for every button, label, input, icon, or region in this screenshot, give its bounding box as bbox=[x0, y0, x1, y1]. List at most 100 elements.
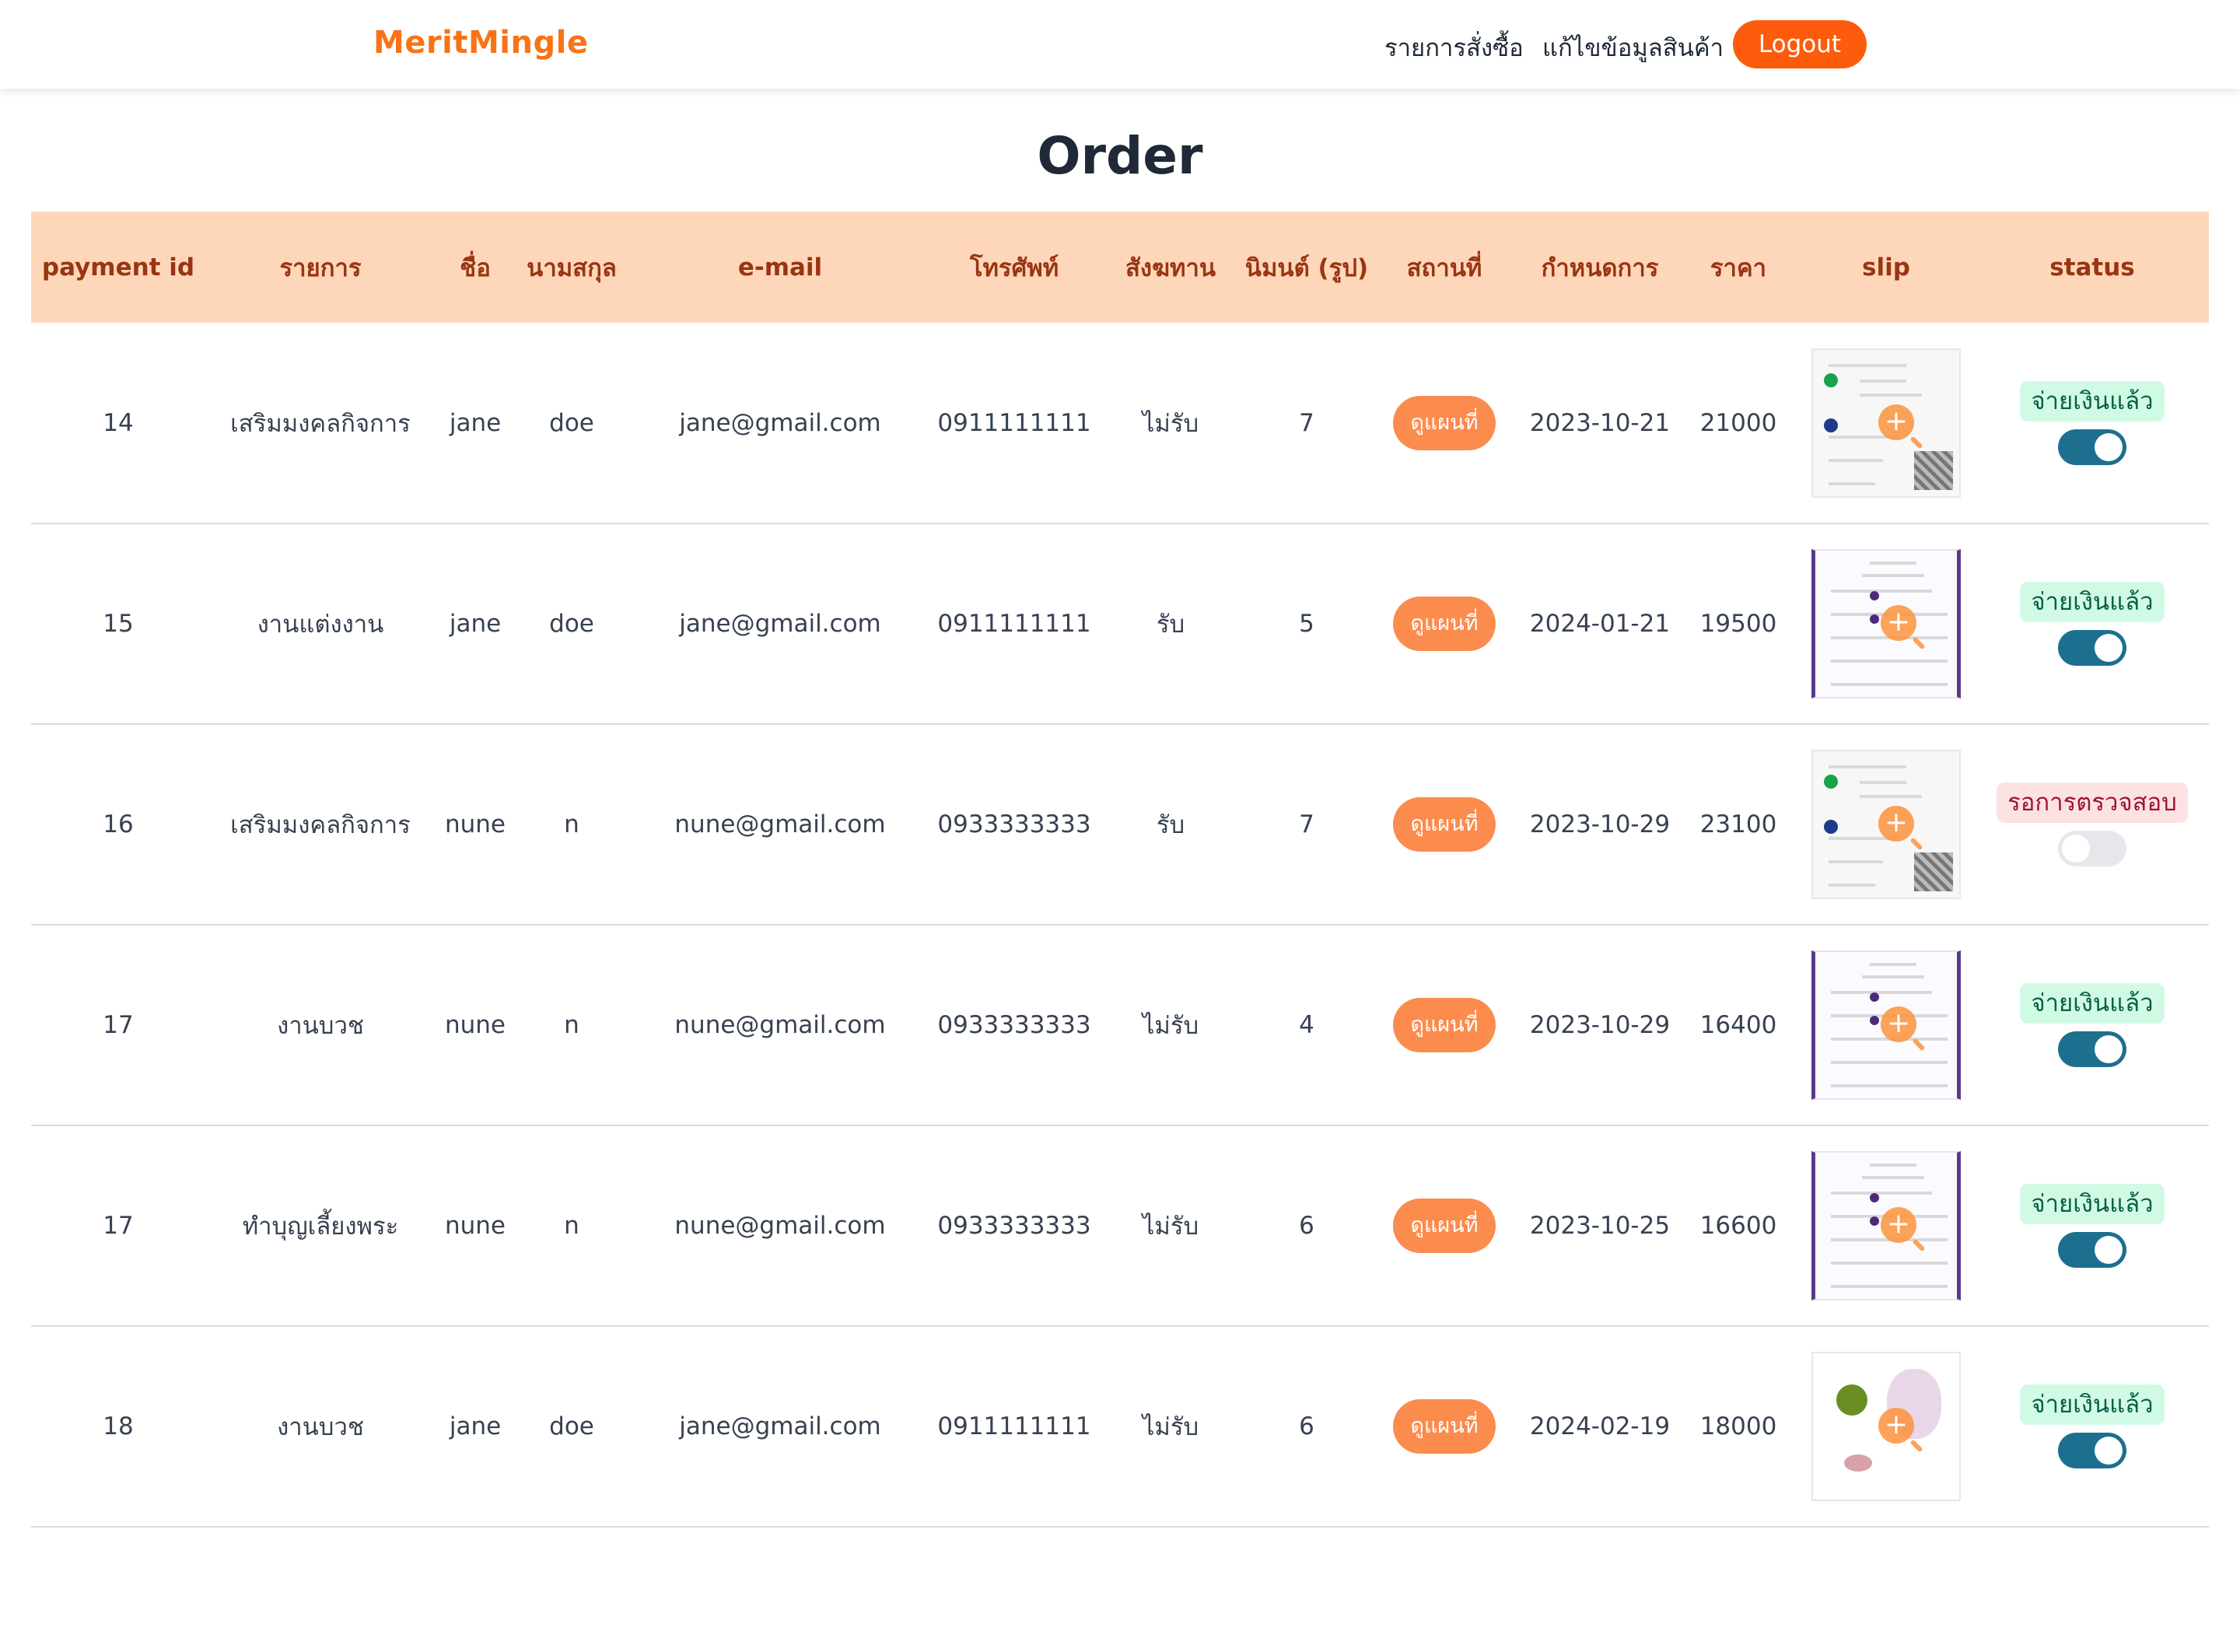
cell-schedule: 2023-10-25 bbox=[1529, 1212, 1671, 1240]
toggle-knob bbox=[2095, 634, 2123, 662]
cell-monks: 7 bbox=[1299, 408, 1314, 437]
view-map-button[interactable]: ดูแผนที่ bbox=[1393, 797, 1496, 852]
table-row: 16 เสริมมงคลกิจการ nune n nune@gmail.com 0933… bbox=[31, 724, 2209, 925]
zoom-in-icon: + bbox=[1881, 1006, 1916, 1042]
table-row: 15 งานแต่งงาน jane doe jane@gmail.com 0911111… bbox=[31, 523, 2209, 724]
column-header-status: status bbox=[2049, 253, 2135, 282]
payment-status-toggle[interactable] bbox=[2058, 1433, 2126, 1468]
toggle-knob bbox=[2095, 1437, 2123, 1465]
cell-item: เสริมมงคลกิจการ bbox=[230, 409, 411, 438]
nav-orders-link[interactable]: รายการสั่งซื้อ bbox=[1384, 28, 1524, 67]
status-badge: จ่ายเงินแล้ว bbox=[2020, 983, 2165, 1024]
cell-slip: + bbox=[1797, 1125, 1976, 1326]
slip-thumbnail[interactable]: + bbox=[1811, 950, 1961, 1100]
cell-price: 21000 bbox=[1699, 408, 1777, 437]
brand-logo[interactable]: MeritMingle bbox=[373, 25, 588, 61]
cell-offering: รับ bbox=[1156, 811, 1185, 839]
cell-slip: + bbox=[1797, 1326, 1976, 1527]
slip-thumbnail[interactable]: + bbox=[1811, 750, 1961, 899]
cell-payment-id: 17 bbox=[103, 1212, 134, 1240]
cell-monks: 5 bbox=[1299, 610, 1314, 638]
cell-status: รอการตรวจสอบ bbox=[1976, 724, 2209, 925]
cell-first-name: nune bbox=[444, 810, 506, 838]
logout-button[interactable]: Logout bbox=[1733, 20, 1867, 68]
cell-payment-id: 15 bbox=[103, 610, 134, 638]
column-header-last-name: นามสกุล bbox=[527, 254, 617, 282]
cell-status: จ่ายเงินแล้ว bbox=[1976, 1125, 2209, 1326]
cell-schedule: 2024-01-21 bbox=[1529, 610, 1671, 638]
nav-edit-products-link[interactable]: แก้ไขข้อมูลสินค้า bbox=[1542, 28, 1724, 67]
column-header-payment-id: payment id bbox=[41, 253, 195, 282]
cell-offering: รับ bbox=[1156, 611, 1185, 639]
view-map-button[interactable]: ดูแผนที่ bbox=[1393, 998, 1496, 1052]
cell-item: ทำบุญเลี้ยงพระ bbox=[242, 1213, 399, 1241]
column-header-schedule: กำหนดการ bbox=[1541, 254, 1659, 282]
table-row: 17 ทำบุญเลี้ยงพระ nune n nune@gmail.com 09333… bbox=[31, 1125, 2209, 1326]
cell-slip: + bbox=[1797, 323, 1976, 523]
cell-phone: 0911111111 bbox=[937, 610, 1091, 638]
cell-last-name: n bbox=[564, 1011, 579, 1039]
toggle-knob bbox=[2062, 835, 2090, 863]
slip-thumbnail[interactable]: + bbox=[1811, 348, 1961, 498]
cell-price: 23100 bbox=[1699, 810, 1777, 838]
cell-schedule: 2023-10-29 bbox=[1529, 810, 1671, 838]
slip-thumbnail[interactable]: + bbox=[1811, 549, 1961, 698]
table-row: 14 เสริมมงคลกิจการ jane doe jane@gmail.com 09… bbox=[31, 323, 2209, 523]
slip-thumbnail[interactable]: + bbox=[1811, 1151, 1961, 1300]
payment-status-toggle[interactable] bbox=[2058, 831, 2126, 866]
cell-slip: + bbox=[1797, 523, 1976, 724]
cell-schedule: 2023-10-21 bbox=[1529, 408, 1671, 437]
table-body: 14 เสริมมงคลกิจการ jane doe jane@gmail.com 09… bbox=[31, 323, 2209, 1527]
view-map-button[interactable]: ดูแผนที่ bbox=[1393, 597, 1496, 651]
cell-last-name: doe bbox=[549, 408, 594, 437]
cell-schedule: 2023-10-29 bbox=[1529, 1011, 1671, 1039]
view-map-button[interactable]: ดูแผนที่ bbox=[1393, 395, 1496, 450]
cell-first-name: jane bbox=[449, 610, 502, 638]
cell-payment-id: 14 bbox=[103, 408, 134, 437]
cell-price: 16400 bbox=[1699, 1011, 1777, 1039]
zoom-in-icon: + bbox=[1878, 806, 1914, 842]
cell-last-name: n bbox=[564, 1212, 579, 1240]
cell-first-name: jane bbox=[449, 1412, 502, 1440]
cell-location: ดูแผนที่ bbox=[1369, 523, 1520, 724]
cell-first-name: nune bbox=[444, 1212, 506, 1240]
payment-status-toggle[interactable] bbox=[2058, 1031, 2126, 1067]
cell-status: จ่ายเงินแล้ว bbox=[1976, 523, 2209, 724]
cell-offering: ไม่รับ bbox=[1142, 1012, 1199, 1040]
zoom-in-icon: + bbox=[1878, 1408, 1914, 1444]
view-map-button[interactable]: ดูแผนที่ bbox=[1393, 1399, 1496, 1454]
payment-status-toggle[interactable] bbox=[2058, 1232, 2126, 1268]
cell-schedule: 2024-02-19 bbox=[1529, 1412, 1671, 1440]
cell-slip: + bbox=[1797, 925, 1976, 1125]
cell-price: 19500 bbox=[1699, 610, 1777, 638]
zoom-in-icon: + bbox=[1881, 605, 1916, 641]
cell-monks: 7 bbox=[1299, 810, 1314, 838]
cell-last-name: n bbox=[564, 810, 579, 838]
cell-last-name: doe bbox=[549, 610, 594, 638]
cell-payment-id: 17 bbox=[103, 1011, 134, 1039]
page-title: Order bbox=[1037, 126, 1203, 186]
cell-price: 16600 bbox=[1699, 1212, 1777, 1240]
slip-thumbnail[interactable]: + bbox=[1811, 1352, 1961, 1501]
cell-email: jane@gmail.com bbox=[679, 408, 881, 437]
column-header-offering: สังฆทาน bbox=[1125, 254, 1216, 282]
payment-status-toggle[interactable] bbox=[2058, 630, 2126, 666]
toggle-knob bbox=[2095, 1236, 2123, 1264]
cell-status: จ่ายเงินแล้ว bbox=[1976, 1326, 2209, 1527]
toggle-knob bbox=[2095, 432, 2123, 461]
status-badge: รอการตรวจสอบ bbox=[1997, 782, 2188, 823]
cell-monks: 6 bbox=[1299, 1412, 1314, 1440]
table-row: 17 งานบวช nune n nune@gmail.com 0933333333 ไม่… bbox=[31, 925, 2209, 1125]
payment-status-toggle[interactable] bbox=[2058, 429, 2126, 465]
status-badge: จ่ายเงินแล้ว bbox=[2020, 380, 2165, 422]
view-map-button[interactable]: ดูแผนที่ bbox=[1393, 1199, 1496, 1253]
cell-item: งานบวช bbox=[277, 1413, 364, 1441]
cell-monks: 6 bbox=[1299, 1212, 1314, 1240]
cell-email: jane@gmail.com bbox=[679, 610, 881, 638]
cell-location: ดูแผนที่ bbox=[1369, 323, 1520, 523]
column-header-phone: โทรศัพท์ bbox=[969, 254, 1059, 282]
orders-table: payment id รายการ ชื่อ นามสกุล e-mail โทรศัพท… bbox=[31, 212, 2209, 1528]
column-header-price: ราคา bbox=[1710, 254, 1767, 282]
cell-phone: 0933333333 bbox=[937, 1011, 1091, 1039]
cell-location: ดูแผนที่ bbox=[1369, 925, 1520, 1125]
